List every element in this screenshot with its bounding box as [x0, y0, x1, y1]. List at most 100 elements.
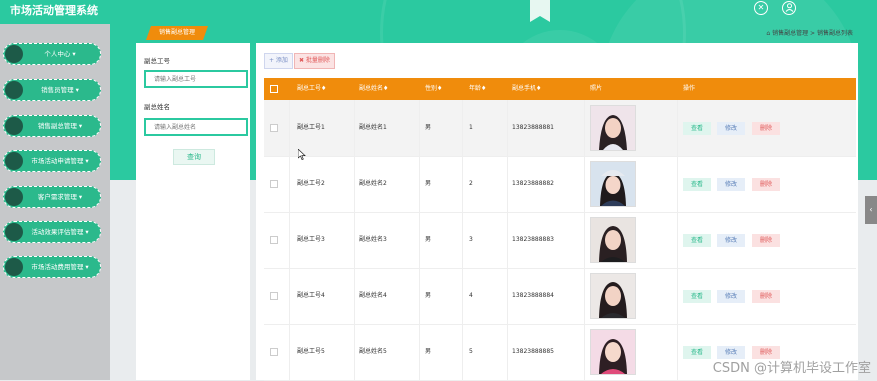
- side-drawer-handle[interactable]: ‹: [865, 196, 877, 224]
- delete-button[interactable]: 删除: [752, 178, 780, 191]
- add-button[interactable]: + 添加: [264, 53, 293, 69]
- cell-age: 4: [469, 292, 473, 299]
- column-divider: [677, 212, 678, 268]
- cell-vp-name: 副总姓名4: [359, 292, 387, 299]
- view-button[interactable]: 查看: [683, 346, 711, 359]
- table-row: 副总工号3 副总姓名3 男 3 13823888883 查看 修改 删除: [264, 212, 856, 269]
- column-divider: [462, 268, 463, 324]
- vp-name-label: 副总姓名: [144, 103, 170, 111]
- sidebar-item-label: 个人中心 ▾: [44, 50, 76, 58]
- close-circle-icon[interactable]: ✕: [754, 1, 768, 15]
- user-icon[interactable]: [782, 1, 796, 15]
- cell-vp-name: 副总姓名1: [359, 124, 387, 131]
- sidebar-dot: [5, 223, 23, 241]
- column-divider: [677, 268, 678, 324]
- cell-gender: 男: [425, 124, 432, 131]
- breadcrumb-item[interactable]: 销售副总管理: [772, 30, 808, 37]
- cell-phone: 13823888883: [512, 236, 554, 243]
- breadcrumb-separator: >: [810, 30, 816, 37]
- app-title: 市场活动管理系统: [10, 4, 98, 17]
- edit-button[interactable]: 修改: [717, 290, 745, 303]
- sidebar-dot: [5, 81, 23, 99]
- cell-vp-id: 副总工号3: [297, 236, 325, 243]
- table-row: 副总工号1 副总姓名1 男 1 13823888881 查看 修改 删除: [264, 100, 856, 157]
- search-button[interactable]: 查询: [173, 149, 215, 165]
- view-button[interactable]: 查看: [683, 178, 711, 191]
- edit-button[interactable]: 修改: [717, 178, 745, 191]
- header-gender[interactable]: 性别♦: [425, 78, 442, 100]
- vp-id-input[interactable]: [144, 70, 248, 88]
- breadcrumb-current: 销售副总列表: [816, 30, 853, 37]
- profile-photo: [590, 105, 636, 151]
- column-divider: [507, 268, 508, 324]
- column-divider: [419, 100, 420, 156]
- sidebar-item-sales-vp[interactable]: 销售副总管理 ▾: [3, 115, 101, 137]
- sidebar: 个人中心 ▾ 销售员管理 ▾ 销售副总管理 ▾ 市场活动申请管理 ▾ 客户需求管…: [0, 24, 110, 380]
- column-divider: [354, 268, 355, 324]
- sidebar-dot: [5, 152, 23, 170]
- delete-button[interactable]: 删除: [752, 290, 780, 303]
- sidebar-item-label: 市场活动费用管理 ▾: [31, 263, 89, 271]
- sidebar-item-label: 销售副总管理 ▾: [37, 122, 83, 130]
- delete-button[interactable]: 删除: [752, 122, 780, 135]
- table-row: 副总工号4 副总姓名4 男 4 13823888884 查看 修改 删除: [264, 268, 856, 325]
- cell-phone: 13823888881: [512, 124, 554, 131]
- header-age[interactable]: 年龄♦: [469, 78, 486, 100]
- edit-button[interactable]: 修改: [717, 234, 745, 247]
- header-vp-id[interactable]: 副总工号♦: [297, 78, 326, 100]
- column-divider: [354, 324, 355, 380]
- cell-vp-id: 副总工号2: [297, 180, 325, 187]
- sidebar-dot: [5, 45, 23, 63]
- view-button[interactable]: 查看: [683, 122, 711, 135]
- profile-photo: [590, 217, 636, 263]
- column-divider: [584, 324, 585, 380]
- column-divider: [354, 212, 355, 268]
- column-divider: [419, 156, 420, 212]
- cell-gender: 男: [425, 348, 432, 355]
- sidebar-item-salesperson[interactable]: 销售员管理 ▾: [3, 79, 101, 101]
- column-divider: [584, 156, 585, 212]
- sidebar-item-activity-application[interactable]: 市场活动申请管理 ▾: [3, 150, 101, 172]
- cell-gender: 男: [425, 236, 432, 243]
- row-checkbox[interactable]: [270, 124, 278, 132]
- cell-phone: 13823888882: [512, 180, 554, 187]
- vp-name-input[interactable]: [144, 118, 248, 136]
- home-icon[interactable]: ⌂: [766, 30, 770, 37]
- sidebar-item-activity-costs[interactable]: 市场活动费用管理 ▾: [3, 256, 101, 278]
- cell-age: 2: [469, 180, 473, 187]
- cell-vp-name: 副总姓名3: [359, 236, 387, 243]
- mouse-cursor-icon: [297, 148, 306, 163]
- profile-photo: [590, 161, 636, 207]
- cell-vp-name: 副总姓名2: [359, 180, 387, 187]
- sidebar-item-personal-center[interactable]: 个人中心 ▾: [3, 43, 101, 65]
- column-divider: [507, 324, 508, 380]
- header-actions: 操作: [683, 85, 696, 92]
- sidebar-dot: [5, 258, 23, 276]
- row-checkbox[interactable]: [270, 236, 278, 244]
- column-divider: [289, 156, 290, 212]
- view-button[interactable]: 查看: [683, 290, 711, 303]
- row-checkbox[interactable]: [270, 292, 278, 300]
- view-button[interactable]: 查看: [683, 234, 711, 247]
- column-divider: [354, 100, 355, 156]
- edit-button[interactable]: 修改: [717, 122, 745, 135]
- delete-button[interactable]: 删除: [752, 234, 780, 247]
- column-divider: [507, 212, 508, 268]
- sidebar-item-effect-evaluation[interactable]: 活动效果评估管理 ▾: [3, 221, 101, 243]
- column-divider: [289, 268, 290, 324]
- row-checkbox[interactable]: [270, 348, 278, 356]
- batch-delete-button[interactable]: ✖ 批量删除: [294, 53, 335, 69]
- column-divider: [584, 100, 585, 156]
- select-all-checkbox[interactable]: [270, 85, 278, 93]
- header-vp-name[interactable]: 副总姓名♦: [359, 78, 388, 100]
- watermark: CSDN @计算机毕设工作室: [712, 361, 871, 376]
- sidebar-item-customer-needs[interactable]: 客户需求管理 ▾: [3, 186, 101, 208]
- header-phone[interactable]: 副总手机♦: [512, 78, 541, 100]
- cell-age: 5: [469, 348, 473, 355]
- cell-vp-name: 副总姓名5: [359, 348, 387, 355]
- column-divider: [419, 212, 420, 268]
- column-divider: [354, 156, 355, 212]
- sidebar-item-label: 客户需求管理 ▾: [37, 193, 83, 201]
- row-checkbox[interactable]: [270, 180, 278, 188]
- sidebar-dot: [5, 117, 23, 135]
